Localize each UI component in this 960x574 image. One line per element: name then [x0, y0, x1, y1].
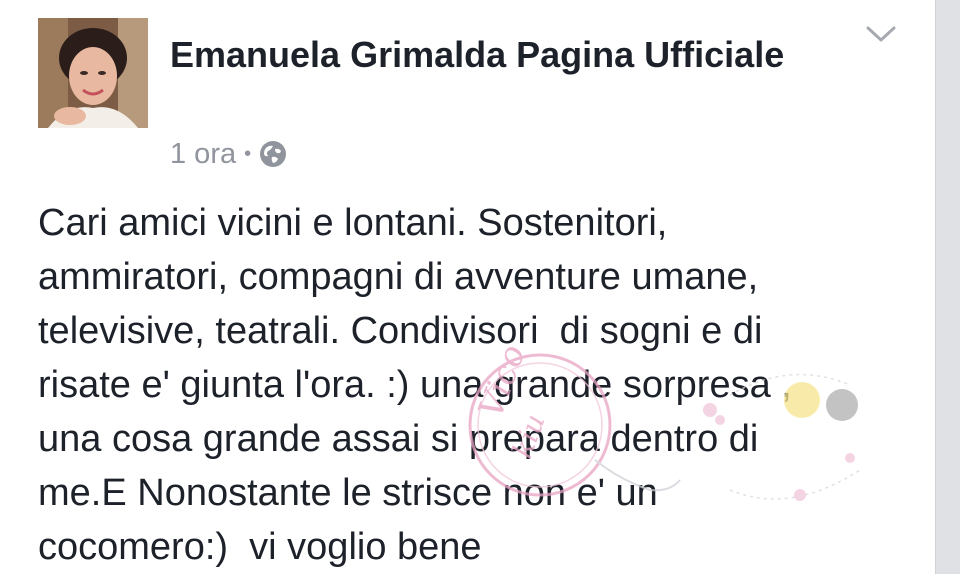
meta-separator: • [244, 142, 252, 165]
globe-icon [259, 140, 287, 168]
facebook-post: Emanuela Grimalda Pagina Ufficiale 1 ora… [0, 0, 935, 574]
chevron-down-icon[interactable] [864, 22, 898, 46]
scrollbar-rail[interactable] [935, 0, 960, 574]
timestamp[interactable]: 1 ora [170, 138, 236, 171]
page-name[interactable]: Emanuela Grimalda Pagina Ufficiale [170, 30, 810, 80]
profile-photo [38, 18, 148, 128]
post-body: Cari amici vicini e lontani. Sostenitori… [38, 202, 792, 568]
post-meta: 1 ora • [170, 134, 287, 174]
avatar[interactable] [38, 18, 148, 128]
